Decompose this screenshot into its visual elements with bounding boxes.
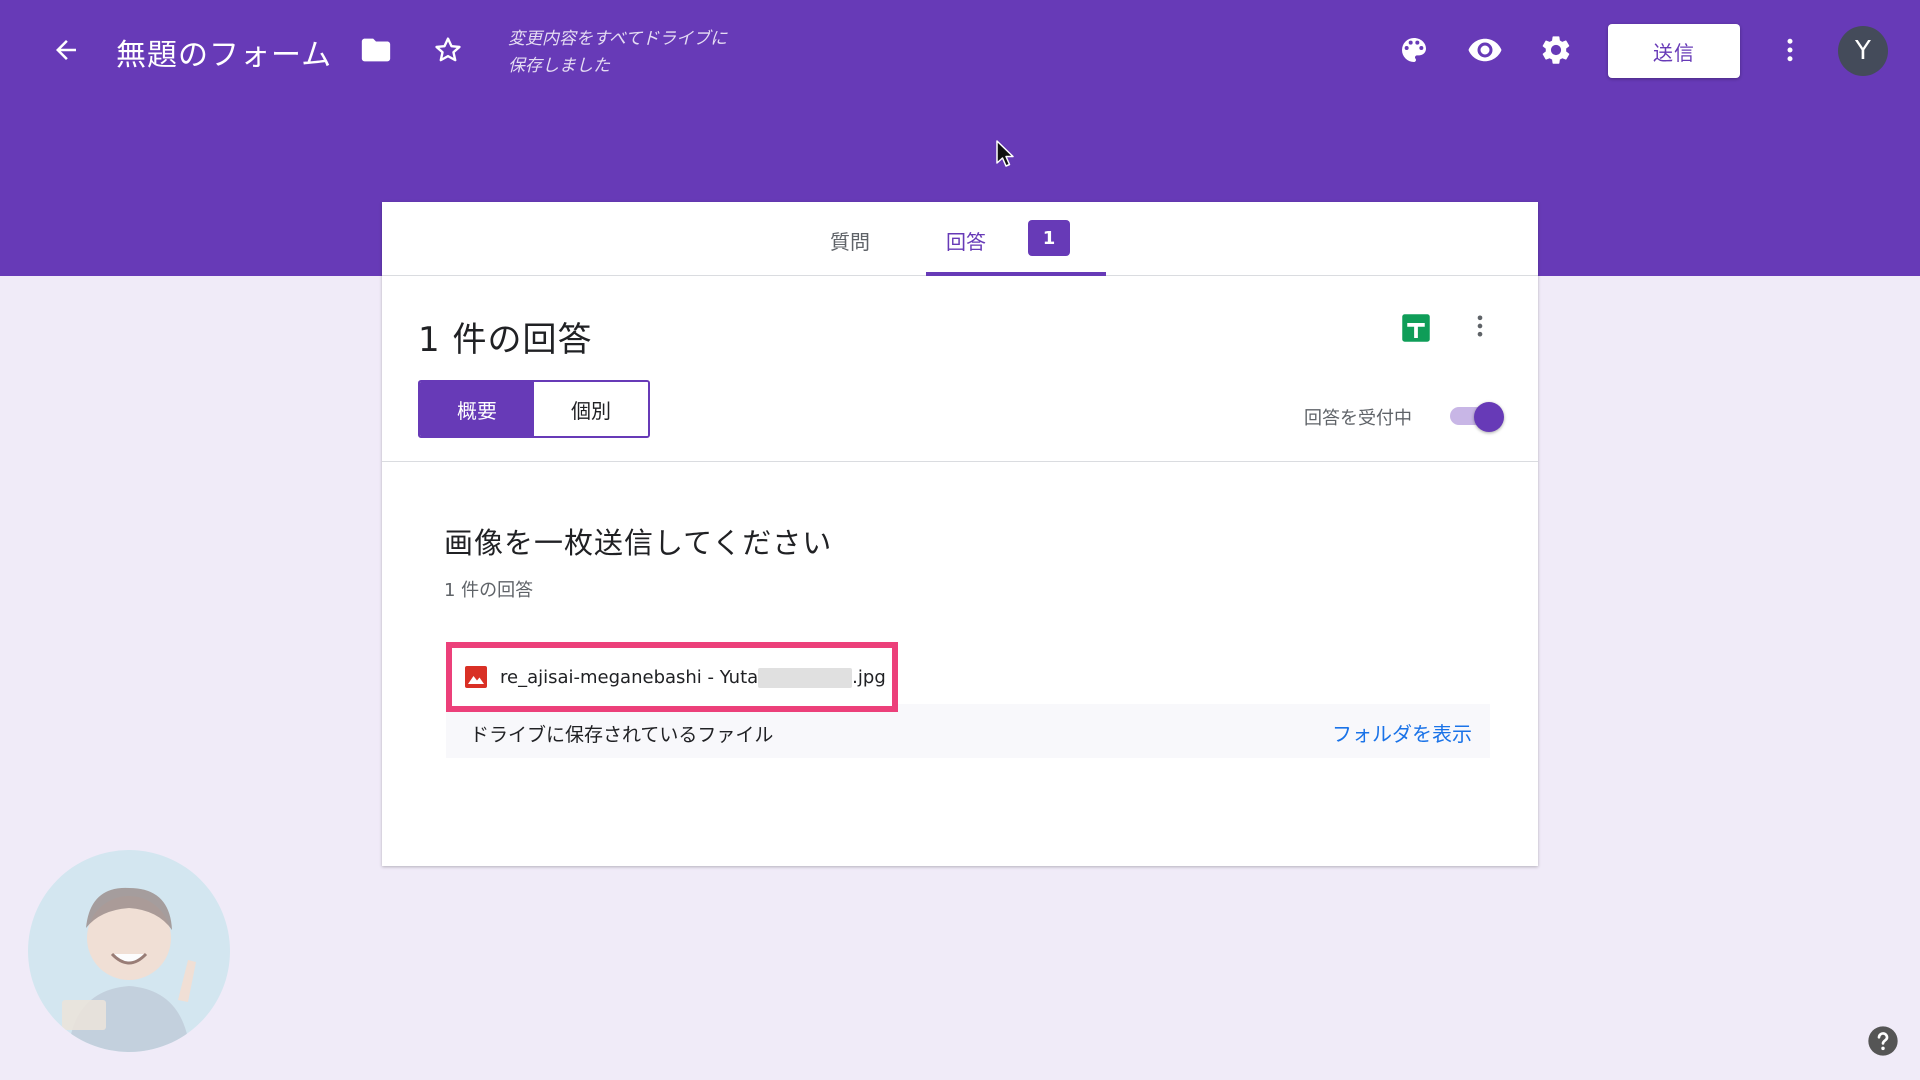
eye-icon	[1468, 38, 1502, 62]
view-toggle: 概要 個別	[418, 380, 650, 438]
star-button[interactable]	[428, 28, 468, 72]
customize-theme-button[interactable]	[1392, 28, 1436, 72]
more-vert-icon	[1787, 38, 1793, 62]
question-response-count: 1 件の回答	[444, 580, 534, 601]
toggle-knob	[1474, 402, 1504, 432]
cursor-icon	[994, 138, 1018, 170]
arrow-back-icon	[56, 40, 76, 60]
folder-icon	[361, 38, 391, 62]
mascot-image	[28, 850, 230, 1052]
save-status-line-1: 変更内容をすべてドライブに	[508, 29, 728, 49]
palette-icon	[1402, 38, 1426, 62]
file-highlight-box: re_ajisai-meganebashi - Yuta .jpg	[446, 642, 898, 712]
tab-responses-label: 回答	[946, 230, 986, 254]
send-button[interactable]: 送信	[1608, 24, 1740, 78]
redacted-text	[758, 667, 853, 688]
app-bar: 無題のフォーム 変更内容をすべてドライブに 保存しました 送信 Y	[0, 0, 1920, 102]
gear-icon	[1542, 36, 1570, 64]
move-to-folder-button[interactable]	[356, 28, 396, 72]
file-name-prefix: re_ajisai-meganebashi - Yuta	[500, 666, 759, 688]
more-options-button[interactable]	[1772, 28, 1808, 72]
drive-files-bar: ドライブに保存されているファイル フォルダを表示	[446, 704, 1490, 758]
tab-responses[interactable]: 回答 1	[926, 202, 1106, 276]
help-icon	[1868, 1026, 1898, 1056]
responses-card: 質問 回答 1 1 件の回答 概要 個別 回答を受付中 画像を一枚送信してくださ…	[382, 202, 1538, 866]
responses-more-button[interactable]	[1466, 306, 1494, 346]
response-count-title: 1 件の回答	[418, 320, 593, 360]
create-spreadsheet-button[interactable]	[1396, 308, 1436, 348]
response-count-badge: 1	[1028, 220, 1070, 256]
back-button[interactable]	[46, 28, 86, 72]
uploaded-file-name: re_ajisai-meganebashi - Yuta .jpg	[500, 667, 886, 688]
help-button[interactable]	[1866, 1024, 1900, 1058]
form-title[interactable]: 無題のフォーム	[116, 30, 332, 74]
save-status-line-2: 保存しました	[508, 56, 610, 76]
accepting-responses-label: 回答を受付中	[1304, 408, 1412, 429]
uploaded-file-chip[interactable]: re_ajisai-meganebashi - Yuta .jpg	[456, 652, 888, 702]
settings-button[interactable]	[1534, 28, 1578, 72]
summary-view-button[interactable]: 概要	[420, 382, 534, 436]
sheets-icon	[1402, 314, 1430, 342]
file-name-suffix: .jpg	[852, 666, 886, 688]
form-tabs: 質問 回答 1	[382, 202, 1538, 276]
drive-files-label: ドライブに保存されているファイル	[470, 724, 774, 746]
more-vert-icon	[1477, 315, 1483, 337]
image-file-icon	[465, 666, 487, 688]
responses-header: 1 件の回答 概要 個別 回答を受付中	[382, 276, 1538, 462]
preview-button[interactable]	[1462, 28, 1508, 72]
account-avatar[interactable]: Y	[1838, 26, 1888, 76]
show-folder-link[interactable]: フォルダを表示	[1332, 718, 1472, 747]
save-status: 変更内容をすべてドライブに 保存しました	[508, 26, 768, 80]
question-title: 画像を一枚送信してください	[444, 526, 833, 560]
star-outline-icon	[435, 37, 461, 62]
tab-questions[interactable]: 質問	[830, 226, 870, 255]
accepting-responses-toggle[interactable]	[1446, 400, 1504, 432]
individual-view-button[interactable]: 個別	[534, 382, 648, 436]
